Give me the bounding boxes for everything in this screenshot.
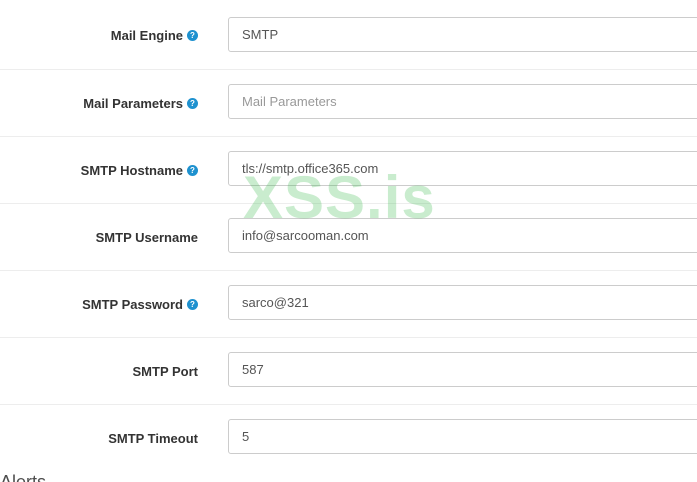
- smtp-username-label: SMTP Username: [96, 204, 198, 270]
- mail-parameters-label: Mail Parameters ?: [83, 70, 198, 136]
- smtp-password-label-text: SMTP Password: [82, 296, 183, 312]
- smtp-hostname-label: SMTP Hostname ?: [81, 137, 198, 203]
- mail-parameters-input[interactable]: [228, 84, 697, 119]
- smtp-port-label: SMTP Port: [133, 338, 199, 404]
- mail-settings-form: Mail Engine ? Mail Parameters ? SMTP Hos…: [0, 0, 697, 482]
- smtp-timeout-label-text: SMTP Timeout: [108, 430, 198, 446]
- smtp-password-input[interactable]: [228, 285, 697, 320]
- mail-parameters-label-text: Mail Parameters: [83, 95, 183, 111]
- help-icon[interactable]: ?: [187, 164, 198, 176]
- help-icon[interactable]: ?: [187, 97, 198, 109]
- smtp-timeout-input[interactable]: [228, 419, 697, 454]
- mail-engine-input[interactable]: [228, 17, 697, 52]
- smtp-username-input[interactable]: [228, 218, 697, 253]
- smtp-port-input[interactable]: [228, 352, 697, 387]
- help-icon[interactable]: ?: [187, 298, 198, 310]
- mail-engine-label: Mail Engine ?: [111, 2, 198, 69]
- smtp-password-label: SMTP Password ?: [82, 271, 198, 337]
- mail-engine-label-text: Mail Engine: [110, 28, 183, 43]
- help-icon[interactable]: ?: [187, 30, 198, 41]
- smtp-hostname-label-text: SMTP Hostname: [80, 162, 183, 178]
- smtp-username-label-text: SMTP Username: [95, 229, 198, 245]
- smtp-port-label-text: SMTP Port: [132, 363, 199, 379]
- alerts-section-heading: Alerts: [0, 472, 47, 482]
- smtp-timeout-label: SMTP Timeout: [108, 405, 198, 471]
- smtp-hostname-input[interactable]: [228, 151, 697, 186]
